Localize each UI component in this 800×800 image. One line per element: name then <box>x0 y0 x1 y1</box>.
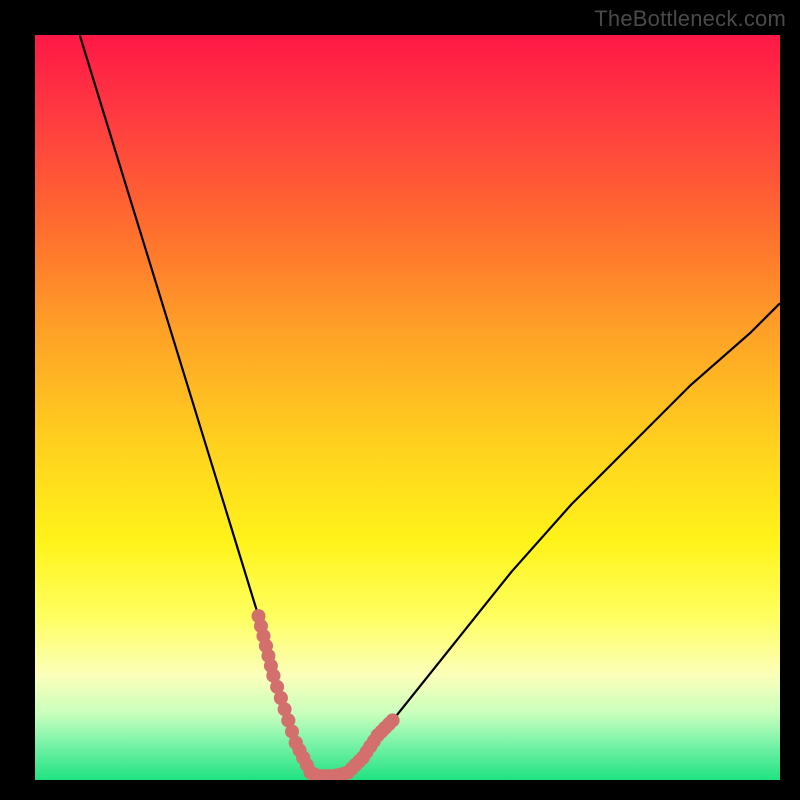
highlight-dot <box>386 713 400 727</box>
curve-layer <box>35 35 780 780</box>
highlight-dots <box>252 609 400 780</box>
plot-area <box>35 35 780 780</box>
watermark-text: TheBottleneck.com <box>594 6 786 32</box>
chart-frame: TheBottleneck.com <box>0 0 800 800</box>
bottleneck-curve <box>80 35 780 776</box>
